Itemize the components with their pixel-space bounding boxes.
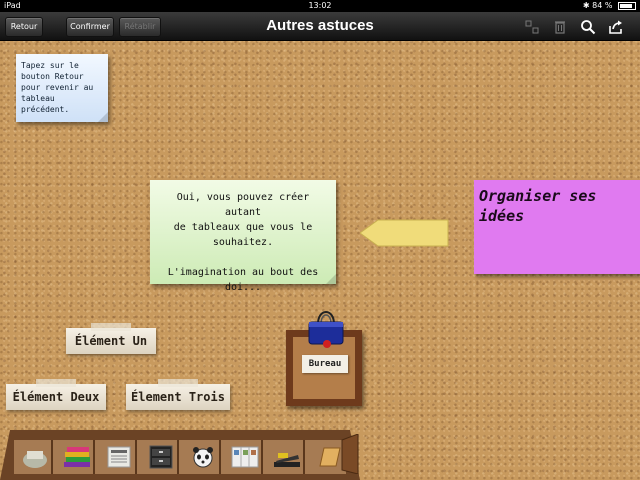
trash-icon[interactable] <box>552 19 568 35</box>
label-text: Élément Un <box>74 334 148 348</box>
shelf-background <box>0 430 360 480</box>
toolbar: Autres astuces Retour Confirmer Rétablir <box>0 12 640 41</box>
yellow-arrow-note[interactable] <box>360 218 450 248</box>
note-line: pour revenir au <box>21 83 94 92</box>
books-icon[interactable] <box>60 442 94 472</box>
battery-icon <box>618 1 636 10</box>
status-bar: iPad 13:02 ✱ 84 % <box>0 0 640 12</box>
tip-note-blue[interactable]: Tapez sur le bouton Retour pour revenir … <box>16 54 108 122</box>
file-cabinet-icon[interactable] <box>144 442 178 472</box>
note-line: bouton Retour <box>21 72 84 81</box>
panda-icon[interactable] <box>186 442 220 472</box>
shelf-door[interactable] <box>340 434 360 474</box>
tape <box>36 379 76 387</box>
page-curl <box>326 274 336 284</box>
bureau-label[interactable]: Bureau <box>302 355 348 373</box>
binder-clip-icon <box>308 311 344 348</box>
element-un-label[interactable]: Élément Un <box>66 323 156 354</box>
idea-note-purple[interactable]: Organiser ses idées <box>474 180 640 274</box>
search-icon[interactable] <box>580 19 596 35</box>
label-text: Élement Trois <box>131 390 225 404</box>
confirm-button[interactable]: Confirmer <box>66 17 114 37</box>
clock: 13:02 <box>308 1 332 10</box>
tape <box>91 323 131 331</box>
redo-button[interactable]: Rétablir <box>119 17 161 37</box>
arrange-icon[interactable] <box>524 19 540 35</box>
label-text: Élément Deux <box>12 390 100 404</box>
note-line: Tapez sur le <box>21 61 79 70</box>
back-button[interactable]: Retour <box>5 17 43 37</box>
newspaper-icon[interactable] <box>102 442 136 472</box>
element-deux-label[interactable]: Élément Deux <box>6 379 106 410</box>
tape <box>158 379 198 387</box>
note-line: L'imagination au bout des doi... <box>167 267 319 293</box>
tip-note-green[interactable]: Oui, vous pouvez créer autant de tableau… <box>150 180 336 293</box>
page-curl <box>98 112 108 122</box>
eraser-icon[interactable] <box>18 442 52 472</box>
note-line: Oui, vous pouvez créer autant <box>176 192 310 218</box>
share-icon[interactable] <box>608 19 624 35</box>
battery-indicator: ✱ 84 % <box>583 0 636 12</box>
note-line: de tableaux que vous le <box>173 222 313 233</box>
bluetooth-icon: ✱ <box>582 1 590 10</box>
battery-percent: 84 % <box>592 1 613 10</box>
stapler-icon[interactable] <box>270 442 304 472</box>
note-line: souhaitez. <box>212 237 274 248</box>
brochure-icon[interactable] <box>228 442 262 472</box>
note-line: tableau précédent. <box>21 94 70 114</box>
element-trois-label[interactable]: Élement Trois <box>126 379 230 410</box>
item-shelf <box>0 430 360 480</box>
